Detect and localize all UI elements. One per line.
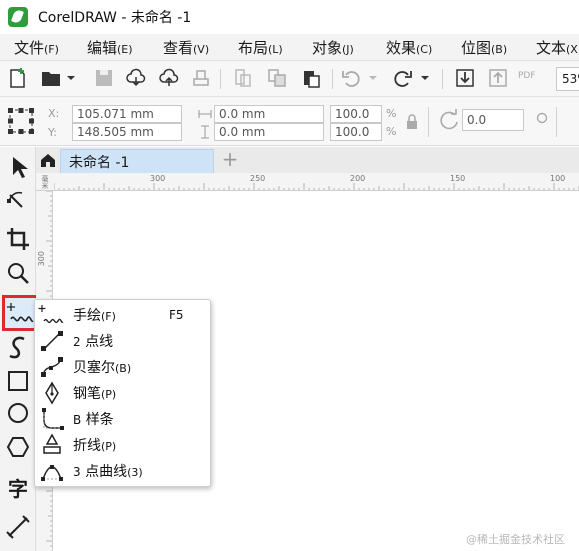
toolbar-separator	[220, 69, 221, 89]
coreldraw-logo-icon	[8, 7, 28, 27]
ruler-tick-label: 150	[450, 174, 466, 183]
rotate-icon	[440, 109, 458, 130]
new-document-icon[interactable]	[7, 67, 29, 89]
menu-view[interactable]: 查看(V)	[163, 37, 209, 58]
ellipse-tool-icon[interactable]	[4, 399, 32, 427]
home-tab[interactable]	[36, 147, 60, 173]
y-position-field[interactable]: 148.505 mm	[72, 123, 182, 141]
width-field[interactable]: 0.0 mm	[214, 105, 324, 123]
menu-bitmap[interactable]: 位图(B)	[461, 37, 507, 58]
shortcut-label: F5	[169, 308, 184, 322]
flyout-item-bezier[interactable]: 贝塞尔(B)	[35, 354, 210, 380]
rotation-angle-field[interactable]: 0.0	[462, 109, 524, 131]
b-spline-icon	[42, 408, 64, 430]
menu-file[interactable]: 文件(F)	[14, 37, 59, 58]
toolbar-separator	[332, 69, 333, 89]
polyline-icon	[43, 433, 61, 454]
dimension-tool-icon[interactable]	[4, 513, 32, 541]
ruler-tick-label: 100	[550, 174, 566, 183]
chevron-down-icon[interactable]	[64, 67, 78, 89]
width-icon	[198, 110, 212, 118]
zoom-tool-icon[interactable]	[4, 259, 32, 287]
menu-layout[interactable]: 布局(L)	[238, 37, 283, 58]
title-bar: CorelDRAW - 未命名 -1	[0, 0, 579, 34]
ruler-unit-label: 毫米	[41, 175, 49, 189]
bezier-icon	[41, 357, 63, 377]
freehand-icon	[38, 305, 64, 324]
scale-x-field[interactable]: 100.0	[330, 105, 382, 123]
watermark: @稀土掘金技术社区	[466, 533, 565, 546]
flyout-item-freehand[interactable]: 手绘(F) F5	[35, 302, 210, 328]
rotation-center-icon[interactable]	[536, 112, 548, 124]
cloud-upload-icon[interactable]	[158, 67, 180, 89]
page-selection-icon[interactable]	[6, 106, 36, 136]
x-position-field[interactable]: 105.071 mm	[72, 105, 182, 123]
property-bar: X: Y: 105.071 mm 148.505 mm 0.0 mm 0.0 m…	[0, 96, 579, 146]
zoom-level-input[interactable]: 53%	[556, 67, 579, 91]
paste-icon[interactable]	[300, 67, 322, 89]
cloud-download-icon[interactable]	[125, 67, 147, 89]
print-icon[interactable]	[190, 67, 212, 89]
standard-toolbar: PDF 53%	[0, 60, 579, 96]
toolbar-separator	[442, 69, 443, 89]
undo-icon[interactable]	[340, 67, 362, 89]
flyout-item-pen[interactable]: 钢笔(P)	[35, 380, 210, 406]
chevron-down-icon[interactable]	[366, 67, 380, 89]
menu-object[interactable]: 对象(J)	[312, 37, 354, 58]
flyout-item-three-point-curve[interactable]: 3 点曲线(3)	[35, 458, 210, 484]
toolbar-separator	[428, 107, 429, 137]
flyout-item-b-spline[interactable]: B 样条	[35, 406, 210, 432]
copy-icon[interactable]	[266, 67, 288, 89]
shape-tool-icon[interactable]	[4, 187, 32, 215]
toolbar-separator	[556, 107, 557, 137]
scale-y-percent: %	[386, 125, 397, 138]
document-tab-strip: 未命名 -1 +	[36, 147, 579, 173]
import-icon[interactable]	[454, 67, 476, 89]
lock-ratio-icon[interactable]	[405, 113, 419, 131]
height-icon	[201, 125, 209, 139]
publish-pdf-icon[interactable]: PDF	[518, 67, 540, 89]
menu-text[interactable]: 文本(X)	[536, 37, 579, 58]
height-field[interactable]: 0.0 mm	[214, 123, 324, 141]
open-folder-icon[interactable]	[40, 67, 62, 89]
menu-effects[interactable]: 效果(C)	[386, 37, 432, 58]
ruler-tick-label: 300	[37, 251, 46, 267]
text-tool-icon[interactable]: 字	[4, 473, 32, 501]
cut-icon[interactable]	[232, 67, 254, 89]
horizontal-ruler[interactable]: 300 250 200 150 100 毫米	[36, 173, 579, 191]
freehand-tool-icon	[7, 303, 34, 323]
ruler-tick-label: 300	[150, 174, 166, 183]
x-label: X:	[48, 107, 60, 120]
ruler-ticks	[54, 183, 579, 190]
redo-icon[interactable]	[392, 67, 414, 89]
home-icon	[41, 154, 55, 167]
rectangle-tool-icon[interactable]	[4, 367, 32, 395]
save-icon[interactable]	[93, 67, 115, 89]
scale-x-percent: %	[386, 107, 397, 120]
add-tab-button[interactable]: +	[218, 149, 242, 171]
ruler-tick-label: 200	[350, 174, 366, 183]
two-point-line-icon	[41, 331, 63, 351]
crop-tool-icon[interactable]	[4, 225, 32, 253]
export-icon[interactable]	[487, 67, 509, 89]
chevron-down-icon[interactable]	[418, 67, 432, 89]
window-title: CorelDRAW - 未命名 -1	[38, 10, 192, 26]
menu-edit[interactable]: 编辑(E)	[87, 37, 133, 58]
y-label: Y:	[48, 126, 57, 139]
curve-tools-flyout: 手绘(F) F5 2 点线 贝塞尔(B) 钢笔(P) B 样条 折线(P) 3 …	[34, 299, 211, 487]
pen-icon	[45, 381, 59, 405]
pick-tool-icon[interactable]	[4, 153, 32, 181]
document-tab[interactable]: 未命名 -1	[60, 149, 214, 173]
menu-bar: 文件(F) 编辑(E) 查看(V) 布局(L) 对象(J) 效果(C) 位图(B…	[0, 34, 579, 60]
artistic-media-tool-icon[interactable]	[4, 333, 32, 361]
flyout-item-two-point-line[interactable]: 2 点线	[35, 328, 210, 354]
three-point-curve-icon	[41, 465, 63, 481]
scale-y-field[interactable]: 100.0	[330, 123, 382, 141]
flyout-item-polyline[interactable]: 折线(P)	[35, 432, 210, 458]
polygon-tool-icon[interactable]	[4, 433, 32, 461]
ruler-tick-label: 250	[250, 174, 266, 183]
toolbox: 字	[0, 147, 40, 551]
